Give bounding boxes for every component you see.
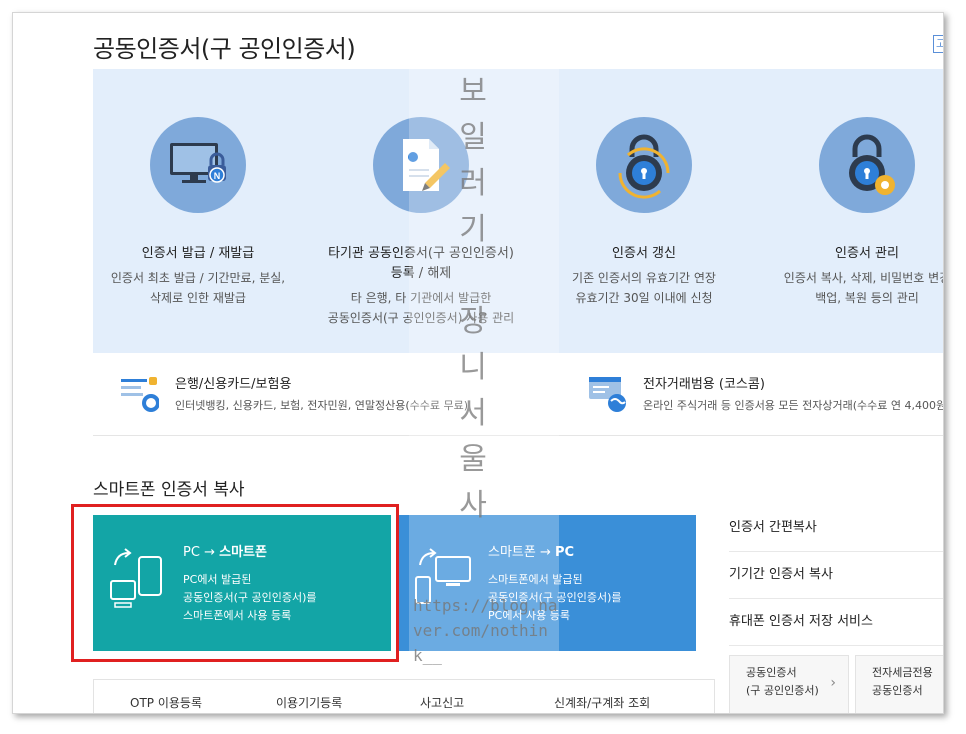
service-desc: 백업, 복원 등의 관리 [815, 291, 919, 305]
side-link-phone-storage[interactable]: 휴대폰 인증서 저장 서비스 [729, 599, 943, 646]
globe-window-icon [587, 375, 627, 413]
service-desc: 삭제로 인한 재발급 [150, 291, 246, 305]
mini-box-cert[interactable]: 공동인증서 (구 공인인증서) › [729, 655, 849, 713]
quick-desc: 온라인 주식거래 등 인증서용 모든 전자상거래(수수료 연 4,400원) [643, 399, 944, 412]
service-desc: 유효기간 30일 이내에 신청 [575, 291, 713, 305]
screenshot-frame: 공동인증서(구 공인인증서) 고 N 인증서 발급 / 재발급 인증서 최초 발… [12, 12, 944, 714]
corner-link[interactable]: 고 [933, 35, 943, 53]
highlight-box [71, 504, 399, 662]
side-links: 인증서 간편복사 기기간 인증서 복사 휴대폰 인증서 저장 서비스 [729, 505, 943, 646]
bottom-links-bar: OTP 이용등록 이용기기등록 사고신고 신계좌/구계좌 조회 [93, 679, 715, 713]
quick-title: 전자거래범용 (코스콤) [643, 377, 765, 392]
bottom-link-otp[interactable]: OTP 이용등록 [130, 694, 202, 711]
service-desc: 인증서 복사, 삭제, 비밀번호 변경 [783, 271, 944, 285]
service-manage[interactable]: 인증서 관리 인증서 복사, 삭제, 비밀번호 변경 백업, 복원 등의 관리 [762, 69, 944, 353]
bottom-link-device[interactable]: 이용기기등록 [276, 694, 342, 711]
smartphone-section-title: 스마트폰 인증서 복사 [93, 480, 245, 500]
chevron-right-icon: › [830, 675, 836, 691]
mini-boxes: 공동인증서 (구 공인인증서) › 전자세금전용 공동인증서 [729, 655, 943, 713]
service-renew[interactable]: 인증서 갱신 기존 인증서의 유효기간 연장 유효기간 30일 이내에 신청 [539, 69, 749, 353]
lock-gear-icon [819, 117, 915, 213]
service-issue[interactable]: N 인증서 발급 / 재발급 인증서 최초 발급 / 기간만료, 분실, 삭제로… [93, 69, 303, 353]
watermark-text: 보 일 러 기 장 니 서 울 사 [459, 74, 487, 523]
bottom-link-account[interactable]: 신계좌/구계좌 조회 [554, 694, 650, 711]
monitor-lock-icon: N [150, 117, 246, 213]
service-name: 인증서 발급 / 재발급 [141, 246, 255, 261]
mini-box-tax-cert[interactable]: 전자세금전용 공동인증서 [855, 655, 943, 713]
page-title: 공동인증서(구 공인인증서) [93, 35, 356, 63]
service-name: 인증서 관리 [835, 246, 899, 261]
quick-title: 은행/신용카드/보험용 [175, 377, 292, 392]
service-name: 인증서 갱신 [612, 246, 676, 261]
lock-refresh-icon [596, 117, 692, 213]
service-desc: 기존 인증서의 유효기간 연장 [572, 271, 716, 285]
bank-card-icon [119, 375, 160, 413]
service-desc: 인증서 최초 발급 / 기간만료, 분실, [110, 271, 286, 285]
side-link-device-copy[interactable]: 기기간 인증서 복사 [729, 552, 943, 599]
watermark-url: https://blog.na ver.com/nothin k__ [413, 596, 558, 665]
bottom-link-incident[interactable]: 사고신고 [420, 694, 464, 711]
quick-kosscom[interactable]: 전자거래범용 (코스콤) 온라인 주식거래 등 인증서용 모든 전자상거래(수수… [561, 373, 944, 417]
side-link-easy-copy[interactable]: 인증서 간편복사 [729, 505, 943, 552]
svg-text:N: N [214, 171, 221, 181]
